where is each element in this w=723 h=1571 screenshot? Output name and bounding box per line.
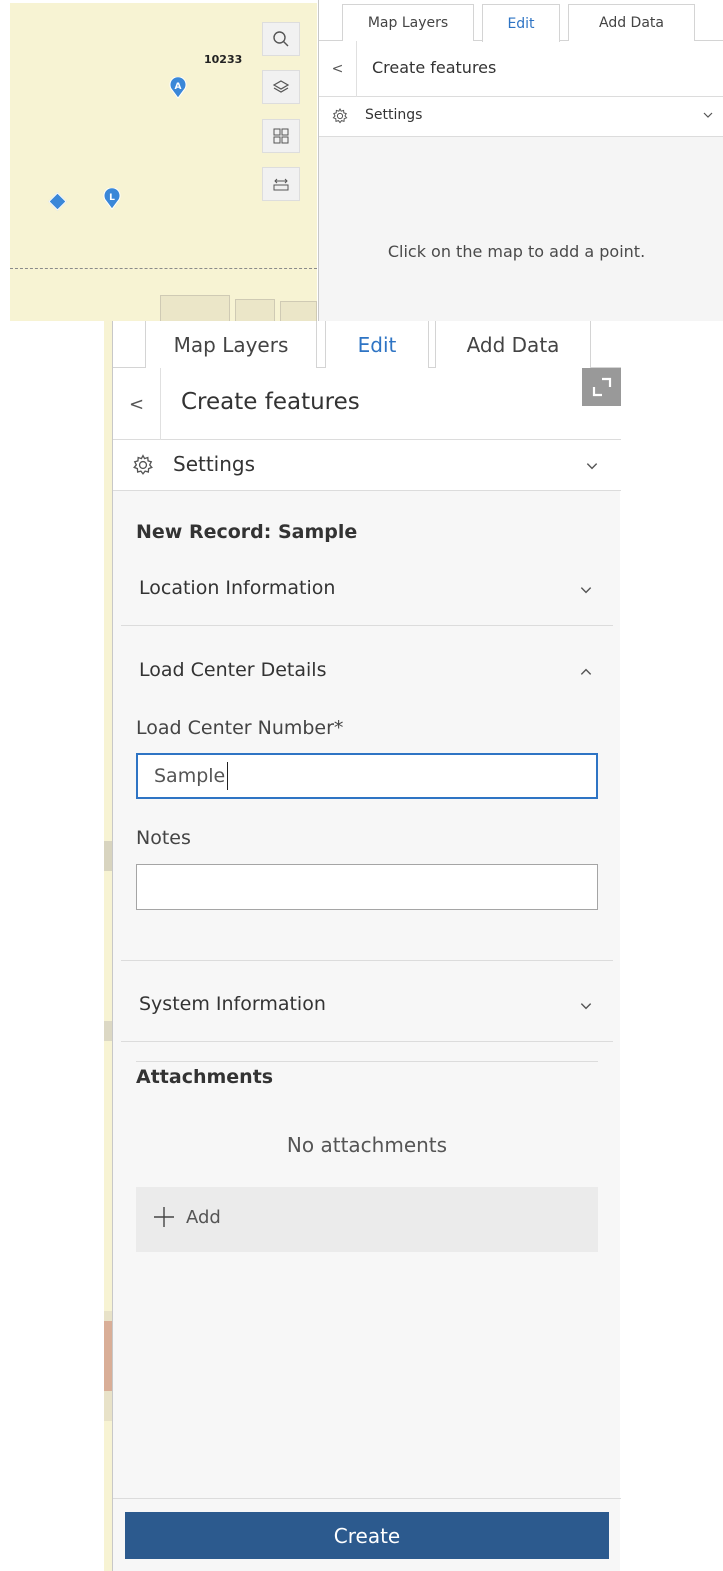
measure-button[interactable]	[262, 167, 300, 201]
map-pin-a-icon[interactable]: A	[169, 77, 187, 99]
plus-icon	[154, 1207, 174, 1227]
settings-label: Settings	[365, 107, 423, 123]
attachments-title: Attachments	[136, 1066, 274, 1088]
tab-edit[interactable]: Edit	[325, 321, 429, 369]
map-building	[235, 299, 275, 321]
map-view[interactable]: 10233 A L	[10, 3, 317, 321]
notes-label: Notes	[136, 827, 191, 849]
form-title: New Record: Sample	[136, 521, 358, 543]
panel-title: Create features	[372, 58, 497, 77]
chevron-down-icon	[586, 463, 598, 470]
top-screenshot: 10233 A L Map Layers Edit Add Data < Cre…	[0, 0, 723, 321]
notes-input[interactable]	[136, 864, 598, 910]
chevron-up-icon	[580, 668, 592, 675]
add-attachment-button[interactable]: Add	[136, 1187, 598, 1252]
group-label: Load Center Details	[139, 659, 327, 681]
expand-icon	[592, 377, 611, 397]
search-icon	[273, 31, 289, 47]
no-attachments-text: No attachments	[286, 1133, 448, 1157]
panel-header: < Create features	[319, 41, 723, 97]
panel-header: < Create features	[113, 368, 621, 440]
edit-panel-collapsed: Map Layers Edit Add Data < Create featur…	[318, 0, 723, 321]
divider	[121, 625, 613, 626]
bottom-screenshot: Map Layers Edit Add Data < Create featur…	[0, 321, 723, 1571]
tab-map-layers[interactable]: Map Layers	[145, 321, 317, 368]
footer-divider	[113, 1498, 621, 1499]
back-button[interactable]: <	[113, 368, 161, 440]
divider	[121, 1041, 613, 1042]
map-diamond-marker-icon[interactable]	[48, 192, 67, 211]
layers-icon	[272, 80, 290, 93]
divider	[136, 1061, 598, 1062]
panel-tabs: Map Layers Edit Add Data	[319, 0, 723, 42]
settings-row[interactable]: Settings	[113, 440, 621, 491]
map-parcel-label: 10233	[204, 53, 243, 66]
add-attachment-label: Add	[186, 1207, 221, 1228]
settings-label: Settings	[173, 452, 256, 476]
basemap-gallery-icon	[273, 128, 289, 144]
panel-tabs: Map Layers Edit Add Data	[113, 321, 621, 369]
group-label: System Information	[139, 993, 326, 1015]
text-caret	[227, 762, 228, 790]
tab-edit[interactable]: Edit	[482, 4, 560, 42]
gear-icon	[133, 454, 153, 475]
map-building	[280, 301, 317, 321]
chevron-down-icon	[580, 587, 592, 594]
panel-body: Click on the map to add a point.	[319, 137, 723, 321]
divider	[121, 960, 613, 961]
settings-row[interactable]: Settings	[319, 97, 723, 137]
map-building	[160, 295, 230, 321]
group-system-information[interactable]: System Information	[121, 977, 613, 1037]
add-point-hint: Click on the map to add a point.	[387, 242, 646, 261]
panel-title: Create features	[181, 389, 360, 415]
tab-add-data[interactable]: Add Data	[568, 4, 695, 41]
map-pin-l-icon[interactable]: L	[103, 188, 121, 210]
map-boundary-line	[10, 268, 317, 269]
search-button[interactable]	[262, 22, 300, 56]
group-label: Location Information	[139, 577, 336, 599]
map-block	[104, 1021, 112, 1041]
group-location-information[interactable]: Location Information	[121, 561, 613, 621]
edit-panel: Map Layers Edit Add Data < Create featur…	[112, 321, 621, 1571]
tab-add-data[interactable]: Add Data	[435, 321, 591, 368]
map-edge-strip	[104, 321, 112, 1571]
map-pin-l-label: L	[109, 193, 115, 203]
expand-button[interactable]	[582, 368, 621, 406]
measure-icon	[273, 178, 289, 191]
gear-icon	[332, 107, 348, 124]
map-block	[104, 1321, 112, 1391]
basemap-gallery-button[interactable]	[262, 119, 300, 153]
map-block	[104, 841, 112, 871]
chevron-down-icon	[703, 112, 713, 118]
load-center-number-label: Load Center Number*	[136, 717, 344, 739]
create-button[interactable]: Create	[125, 1512, 609, 1559]
back-button[interactable]: <	[319, 41, 357, 97]
chevron-down-icon	[580, 1003, 592, 1010]
map-pin-a-label: A	[175, 82, 182, 92]
group-load-center-details[interactable]: Load Center Details	[121, 643, 613, 703]
layers-button[interactable]	[262, 70, 300, 104]
load-center-number-input[interactable]	[136, 753, 598, 799]
tab-map-layers[interactable]: Map Layers	[342, 4, 474, 41]
